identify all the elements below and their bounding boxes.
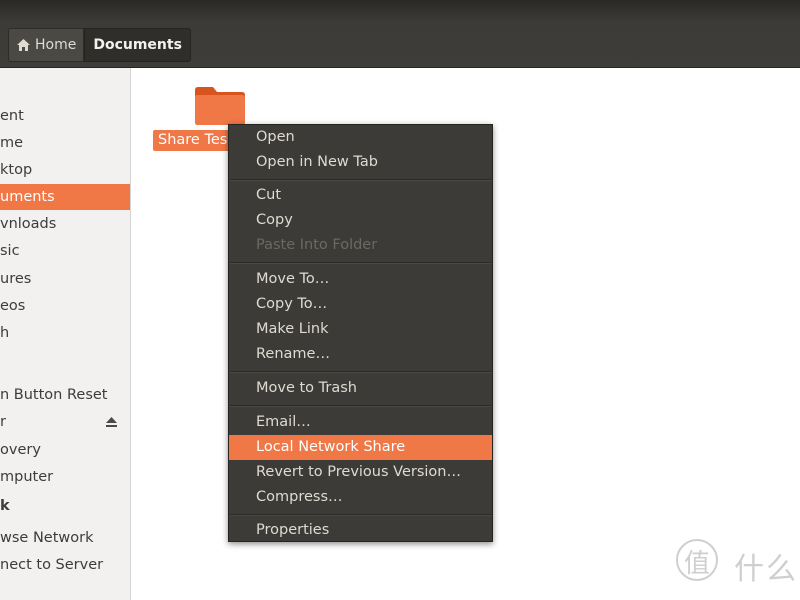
menu-separator bbox=[230, 405, 491, 407]
breadcrumb-home-label: Home bbox=[35, 37, 77, 53]
menu-item-paste-into-folder: Paste Into Folder bbox=[256, 237, 378, 253]
menu-separator bbox=[230, 179, 491, 181]
sidebar-item-label: n Button Reset bbox=[0, 387, 108, 403]
menu-item-local-network-share[interactable]: Local Network Share bbox=[229, 435, 492, 460]
folder-name-label[interactable]: Share Tes bbox=[153, 130, 231, 151]
menu-item-copy[interactable]: Copy bbox=[229, 208, 492, 233]
watermark-logo: 值 什么 bbox=[676, 536, 798, 587]
sidebar-heading-label: k bbox=[0, 498, 10, 514]
sidebar-item-label: h bbox=[0, 325, 10, 341]
breadcrumb-home[interactable]: Home bbox=[8, 28, 85, 62]
sidebar-item-label: ktop bbox=[0, 162, 33, 178]
breadcrumb: Home Documents bbox=[8, 28, 191, 62]
menu-separator bbox=[230, 371, 491, 373]
menu-item-compress[interactable]: Compress… bbox=[229, 485, 492, 510]
sidebar-heading-network: k bbox=[0, 493, 130, 519]
sidebar-item-computer[interactable]: mputer bbox=[0, 464, 130, 490]
menu-item-move-to[interactable]: Move To… bbox=[229, 267, 492, 292]
breadcrumb-documents[interactable]: Documents bbox=[84, 28, 191, 62]
sidebar-item-downloads[interactable]: vnloads bbox=[0, 211, 130, 237]
sidebar-item-trash[interactable]: h bbox=[0, 320, 130, 346]
home-icon bbox=[17, 39, 30, 51]
sidebar-item-pictures[interactable]: ures bbox=[0, 266, 130, 292]
menu-item-open-in-new-tab[interactable]: Open in New Tab bbox=[229, 150, 492, 175]
sidebar-item-label: ures bbox=[0, 271, 32, 287]
eject-icon[interactable] bbox=[105, 416, 118, 428]
sidebar-item-label: r bbox=[0, 414, 6, 430]
menu-item-properties[interactable]: Properties bbox=[229, 518, 492, 543]
menu-item-move-to-trash[interactable]: Move to Trash bbox=[229, 376, 492, 401]
sidebar-item-recovery[interactable]: overy bbox=[0, 437, 130, 463]
sidebar-item-label: nect to Server bbox=[0, 557, 104, 573]
breadcrumb-documents-label: Documents bbox=[93, 37, 182, 53]
sidebar-item-recent[interactable]: ent bbox=[0, 103, 130, 129]
sidebar-item-home[interactable]: me bbox=[0, 130, 130, 156]
sidebar-item-label: me bbox=[0, 135, 24, 151]
watermark-glyph: 值 bbox=[684, 549, 711, 579]
menu-item-email[interactable]: Email… bbox=[229, 410, 492, 435]
menu-separator bbox=[230, 514, 491, 516]
menu-separator bbox=[230, 262, 491, 264]
menu-item-cut[interactable]: Cut bbox=[229, 183, 492, 208]
menu-item-rename[interactable]: Rename… bbox=[229, 342, 492, 367]
file-manager-window: Home Documents ent me ktop uments vnload… bbox=[0, 0, 800, 600]
menu-item-revert-to-previous-version[interactable]: Revert to Previous Version… bbox=[229, 460, 492, 485]
menu-item-copy-to[interactable]: Copy To… bbox=[229, 292, 492, 317]
sidebar-item-button-reset[interactable]: n Button Reset bbox=[0, 382, 130, 408]
menu-item-make-link[interactable]: Make Link bbox=[229, 317, 492, 342]
menu-item-open[interactable]: Open bbox=[229, 125, 492, 150]
sidebar-item-videos[interactable]: eos bbox=[0, 293, 130, 319]
sidebar-item-label: uments bbox=[0, 189, 55, 205]
sidebar-item-label: mputer bbox=[0, 469, 54, 485]
sidebar-item-desktop[interactable]: ktop bbox=[0, 157, 130, 183]
header-bar: Home Documents bbox=[0, 0, 800, 68]
watermark-text: 什么 bbox=[734, 552, 798, 587]
sidebar-item-label: wse Network bbox=[0, 530, 94, 546]
folder-icon[interactable] bbox=[193, 84, 247, 126]
sidebar-item-label: overy bbox=[0, 442, 41, 458]
sidebar-item-label: eos bbox=[0, 298, 26, 314]
watermark-circle: 值 bbox=[676, 539, 718, 581]
sidebar: ent me ktop uments vnloads sic ures eos … bbox=[0, 68, 131, 600]
sidebar-item-music[interactable]: sic bbox=[0, 238, 130, 264]
sidebar-item-documents[interactable]: uments bbox=[0, 184, 130, 210]
sidebar-item-volume[interactable]: r bbox=[0, 409, 130, 435]
sidebar-item-label: sic bbox=[0, 243, 20, 259]
sidebar-item-connect-to-server[interactable]: nect to Server bbox=[0, 552, 130, 578]
sidebar-item-browse-network[interactable]: wse Network bbox=[0, 525, 130, 551]
context-menu: Open Open in New Tab Cut Copy Paste Into… bbox=[228, 124, 493, 542]
sidebar-item-label: ent bbox=[0, 108, 24, 124]
sidebar-item-label: vnloads bbox=[0, 216, 57, 232]
